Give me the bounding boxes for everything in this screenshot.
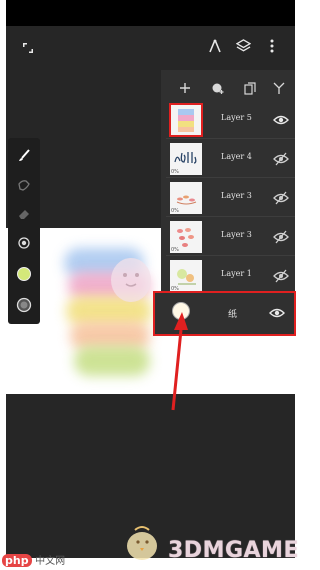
php-badge: php — [2, 554, 32, 567]
layer-thumbnail: 0% — [170, 182, 202, 214]
layer-thumbnail: 0% — [170, 221, 202, 253]
background-layer-label: 纸 — [228, 310, 238, 320]
eye-off-icon[interactable] — [273, 191, 289, 205]
layer-thumbnail: 0% — [170, 260, 202, 292]
opacity-icon[interactable] — [14, 295, 34, 315]
add-layer-icon[interactable] — [175, 78, 195, 98]
smudge-icon[interactable] — [14, 175, 34, 195]
eye-icon[interactable] — [273, 113, 289, 127]
eye-icon[interactable] — [269, 306, 285, 320]
layer-row[interactable]: 0% Layer 1 — [166, 257, 295, 295]
layer-name: Layer 5 — [221, 113, 252, 122]
brand-watermark: 3DMGAME — [168, 538, 299, 563]
layer-row[interactable]: 0% Layer 4 — [166, 140, 295, 178]
app-screen: Layer 5 0% Layer 4 0% Layer 3 0% Layer 3… — [6, 0, 295, 558]
layer-row[interactable]: 0% Layer 3 — [166, 179, 295, 217]
layer-opacity: 0% — [171, 169, 179, 175]
paper-color-swatch[interactable] — [172, 302, 190, 320]
mascot-watermark — [111, 258, 151, 302]
duplicate-icon[interactable] — [240, 78, 260, 98]
brush-icon[interactable] — [14, 146, 34, 166]
layer-name: Layer 4 — [221, 152, 252, 161]
layer-thumbnail — [169, 103, 203, 137]
php-cn-label: 中文网 — [35, 556, 66, 567]
more-vert-icon[interactable] — [262, 36, 282, 56]
layer-name: Layer 1 — [221, 269, 252, 278]
layer-opacity: 0% — [171, 247, 179, 253]
ruler-icon[interactable] — [205, 36, 225, 56]
layers-icon[interactable] — [233, 36, 253, 56]
brush-size-icon[interactable] — [14, 233, 34, 253]
layer-name: Layer 3 — [221, 191, 252, 200]
php-watermark: php 中文网 — [2, 552, 65, 567]
eye-off-icon[interactable] — [273, 230, 289, 244]
layer-row[interactable]: 0% Layer 3 — [166, 218, 295, 256]
eye-off-icon[interactable] — [273, 269, 289, 283]
status-bar — [6, 0, 295, 26]
layer-thumbnail: 0% — [170, 143, 202, 175]
layer-row[interactable]: Layer 5 — [166, 101, 295, 139]
layer-name: Layer 3 — [221, 230, 252, 239]
merge-icon[interactable] — [269, 78, 289, 98]
chick-logo-icon — [127, 526, 157, 560]
tool-bar — [8, 138, 40, 324]
eye-off-icon[interactable] — [273, 152, 289, 166]
layer-opacity: 0% — [171, 208, 179, 214]
canvas-stroke — [74, 346, 150, 376]
eraser-icon[interactable] — [14, 204, 34, 224]
color-swatch-icon[interactable] — [14, 264, 34, 284]
background-layer-row[interactable]: 纸 — [153, 291, 296, 336]
expand-icon[interactable] — [18, 38, 38, 58]
site-watermark: 3DMGAME php 中文网 — [0, 520, 312, 570]
add-group-icon[interactable] — [208, 78, 228, 98]
